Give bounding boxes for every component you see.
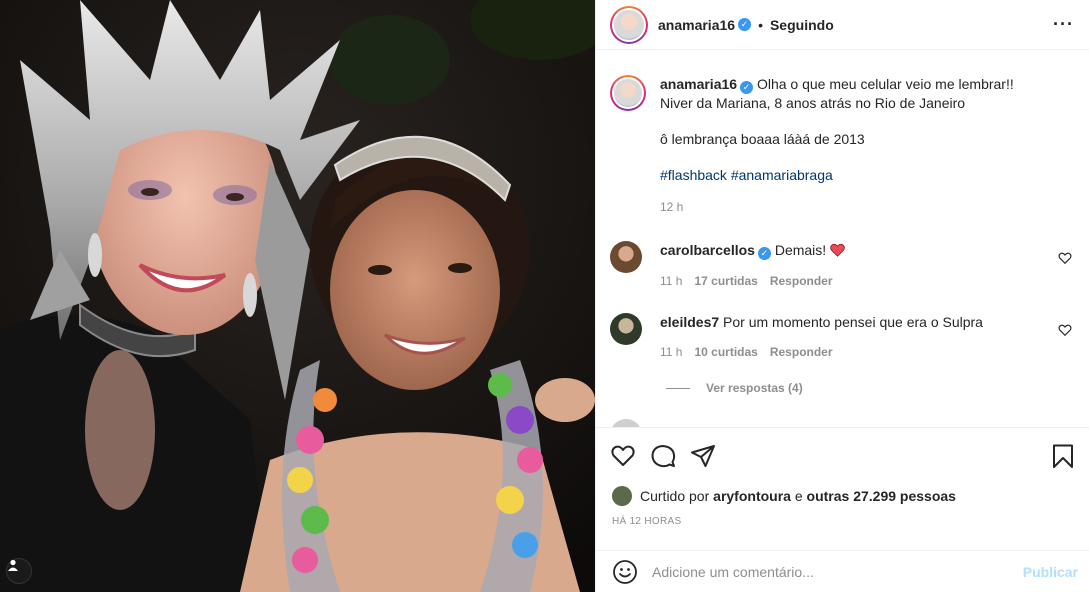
- author-username[interactable]: anamaria16: [658, 17, 735, 33]
- action-bar: [596, 427, 1089, 483]
- comment-text: Demais!: [774, 242, 827, 258]
- commenter-avatar[interactable]: [610, 241, 642, 273]
- ellipsis-icon[interactable]: ···: [1053, 14, 1074, 34]
- caption-line-3: ô lembrança boaaa láàá de 2013: [660, 131, 865, 147]
- photo-illustration: [0, 0, 595, 592]
- reply-button[interactable]: Responder: [770, 272, 833, 290]
- likes-others[interactable]: outras 27.299 pessoas: [807, 488, 956, 504]
- post-header: anamaria16 ✓ • Seguindo ···: [596, 0, 1089, 50]
- share-icon[interactable]: [690, 443, 716, 469]
- comment-body: eleildes7 Por um momento pensei que era …: [660, 313, 983, 361]
- author-avatar[interactable]: [610, 5, 648, 44]
- liker-username[interactable]: aryfontoura: [713, 488, 791, 504]
- commenter-username[interactable]: eleildes7: [660, 314, 719, 330]
- following-button[interactable]: Seguindo: [770, 17, 834, 33]
- view-replies-button[interactable]: Ver respostas (4): [666, 381, 803, 395]
- verified-badge-icon: ✓: [740, 81, 754, 94]
- instagram-post: anamaria16 ✓ • Seguindo ··· anamaria16 ✓ …: [0, 0, 1089, 592]
- verified-badge-icon: ✓: [757, 247, 771, 260]
- comments-list: anamaria16 ✓ Olha o que meu celular veio …: [596, 51, 1089, 427]
- user-tag-icon[interactable]: [6, 558, 32, 584]
- comment-icon[interactable]: [650, 443, 676, 469]
- caption-body: anamaria16 ✓ Olha o que meu celular veio …: [660, 75, 1014, 216]
- hashtag-anamariabraga[interactable]: #anamariabraga: [731, 167, 833, 183]
- liker-avatar[interactable]: [612, 486, 632, 506]
- emoji-icon[interactable]: [612, 559, 638, 585]
- comment-like-heart-icon[interactable]: [1058, 251, 1072, 265]
- comment-row: eleildes7 Por um momento pensei que era …: [610, 313, 1080, 361]
- red-heart-emoji: [830, 243, 845, 257]
- commenter-avatar[interactable]: [610, 419, 642, 427]
- comment-row: carolbarcellos ✓ Demais! 11 h 17 curtidas…: [610, 241, 1080, 290]
- caption-username[interactable]: anamaria16: [660, 76, 737, 92]
- heart-icon[interactable]: [610, 443, 636, 469]
- comment-likes[interactable]: 17 curtidas: [694, 272, 757, 290]
- add-comment-bar: Publicar: [596, 550, 1089, 592]
- comment-text: Por um momento pensei que era o Sulpra: [723, 314, 983, 330]
- replies-line: [666, 387, 690, 389]
- reply-button[interactable]: Responder: [770, 343, 833, 361]
- caption-line-1: Olha o que meu celular veio me lembrar!!: [756, 76, 1014, 92]
- comment-like-heart-icon[interactable]: [1058, 323, 1072, 337]
- person-icon: [8, 559, 18, 571]
- commenter-username[interactable]: carolbarcellos: [660, 242, 755, 258]
- hashtag-flashback[interactable]: #flashback: [660, 167, 727, 183]
- comment-likes[interactable]: 10 curtidas: [694, 343, 757, 361]
- caption: anamaria16 ✓ Olha o que meu celular veio …: [610, 75, 1080, 216]
- comment-input[interactable]: [652, 563, 1012, 580]
- likes-prefix: Curtido por: [640, 488, 710, 504]
- commenter-avatar[interactable]: [610, 313, 642, 345]
- separator-dot: •: [758, 16, 763, 33]
- caption-time[interactable]: 12 h: [660, 198, 683, 216]
- post-side-panel: anamaria16 ✓ • Seguindo ··· anamaria16 ✓ …: [595, 0, 1089, 592]
- likes-summary: Curtido por aryfontoura e outras 27.299 …: [612, 486, 956, 506]
- caption-line-2: Niver da Mariana, 8 anos atrás no Rio de…: [660, 95, 966, 111]
- caption-avatar[interactable]: [610, 75, 646, 111]
- comment-body: carolbarcellos ✓ Demais! 11 h 17 curtidas…: [660, 241, 845, 290]
- post-photo[interactable]: [0, 0, 595, 592]
- comment-time[interactable]: 11 h: [660, 343, 682, 361]
- comment-time[interactable]: 11 h: [660, 272, 682, 290]
- view-replies-label: Ver respostas (4): [706, 381, 803, 395]
- verified-badge-icon: ✓: [738, 18, 752, 31]
- likes-middle: e: [794, 488, 803, 504]
- publish-button[interactable]: Publicar: [1023, 564, 1078, 580]
- bookmark-icon[interactable]: [1050, 443, 1076, 469]
- post-timestamp[interactable]: HÁ 12 HORAS: [612, 516, 681, 527]
